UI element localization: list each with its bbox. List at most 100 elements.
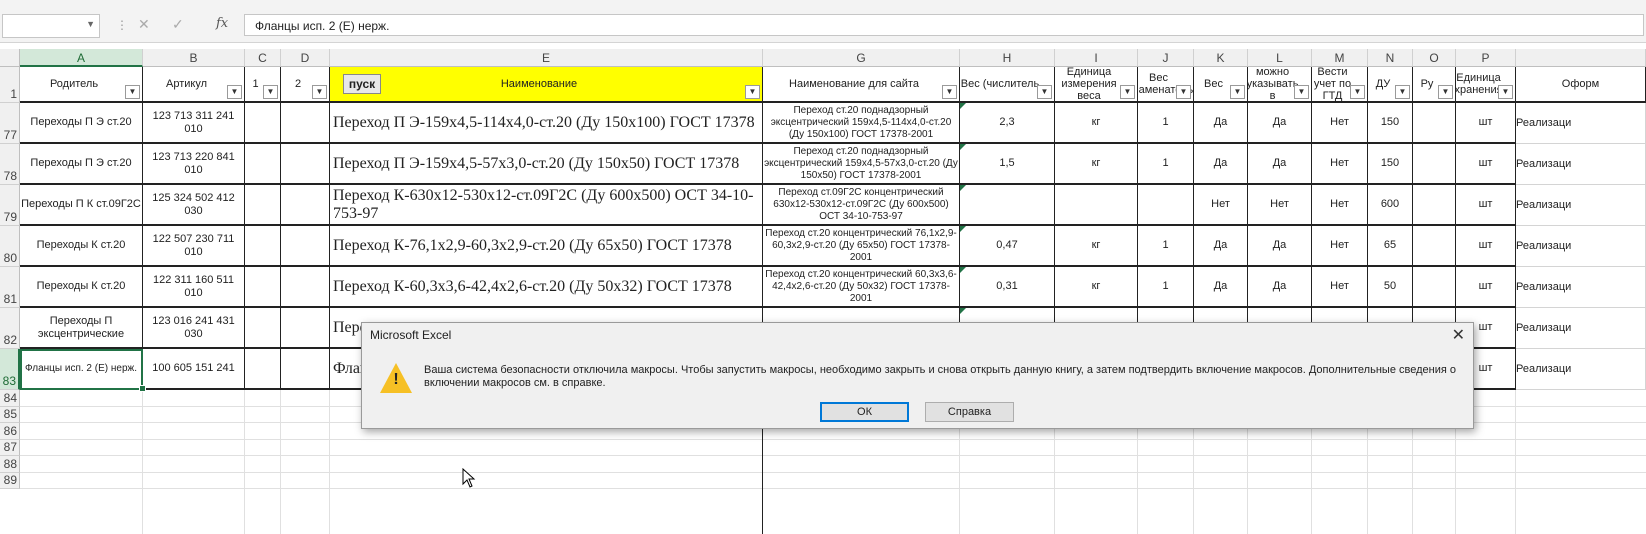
table-cell[interactable]: [281, 308, 330, 349]
table-cell[interactable]: Нет: [1312, 226, 1368, 267]
table-cell[interactable]: кг: [1055, 103, 1138, 144]
run-macro-button[interactable]: пуск: [343, 74, 381, 94]
table-cell[interactable]: Переход К-630х12-530х12-ст.09Г2С (Ду 600…: [330, 185, 763, 226]
table-cell[interactable]: кг: [1055, 144, 1138, 185]
table-cell[interactable]: 123 713 220 841 010: [143, 144, 245, 185]
table-cell[interactable]: Да: [1194, 144, 1248, 185]
row-header-77[interactable]: 77: [0, 103, 20, 144]
table-cell[interactable]: Нет: [1312, 267, 1368, 308]
table-cell[interactable]: [281, 267, 330, 308]
table-cell[interactable]: 100 605 151 241: [143, 349, 245, 390]
filter-dropdown-icon[interactable]: ▼: [312, 85, 327, 99]
drag-handle-icon[interactable]: ⋮: [116, 18, 128, 32]
table-cell[interactable]: [1413, 267, 1456, 308]
table-cell[interactable]: шт: [1456, 144, 1516, 185]
table-cell[interactable]: [245, 103, 281, 144]
table-cell[interactable]: Переходы К ст.20: [20, 267, 143, 308]
row-header-78[interactable]: 78: [0, 144, 20, 185]
table-cell[interactable]: 50: [1368, 267, 1413, 308]
header-cell-c[interactable]: 1 ▼: [245, 67, 281, 103]
table-cell[interactable]: Переход ст.20 концентрический 76,1х2,9-6…: [763, 226, 960, 267]
column-header-m[interactable]: M: [1312, 49, 1368, 67]
header-cell-b[interactable]: Артикул ▼: [143, 67, 245, 103]
table-cell[interactable]: [1413, 226, 1456, 267]
filter-dropdown-icon[interactable]: ▼: [263, 85, 278, 99]
table-cell[interactable]: [1055, 185, 1138, 226]
column-header-b[interactable]: B: [143, 49, 245, 67]
table-cell[interactable]: Переходы П Э ст.20: [20, 103, 143, 144]
table-cell[interactable]: 1: [1138, 226, 1194, 267]
table-cell[interactable]: Нет: [1312, 185, 1368, 226]
table-cell[interactable]: шт: [1456, 185, 1516, 226]
table-cell[interactable]: 1: [1138, 267, 1194, 308]
table-cell[interactable]: Переход К-60,3х3,6-42,4х2,6-ст.20 (Ду 50…: [330, 267, 763, 308]
table-cell[interactable]: 0,31: [960, 267, 1055, 308]
table-cell[interactable]: 1,5: [960, 144, 1055, 185]
table-cell[interactable]: 0,47: [960, 226, 1055, 267]
row-header-85[interactable]: 85: [0, 406, 20, 423]
column-header-j[interactable]: J: [1138, 49, 1194, 67]
table-cell[interactable]: 600: [1368, 185, 1413, 226]
table-cell[interactable]: 2,3: [960, 103, 1055, 144]
row-header-83[interactable]: 83: [0, 349, 20, 390]
table-cell[interactable]: 123 016 241 431 030: [143, 308, 245, 349]
column-header-k[interactable]: K: [1194, 49, 1248, 67]
header-cell-l[interactable]: Вес можно указывать в документ▼: [1248, 67, 1312, 103]
table-cell[interactable]: [245, 349, 281, 390]
table-cell[interactable]: Переход П Э-159х4,5-57х3,0-ст.20 (Ду 150…: [330, 144, 763, 185]
select-all-corner[interactable]: [0, 49, 20, 67]
table-cell[interactable]: Переход ст.09Г2С концентрический 630х12-…: [763, 185, 960, 226]
filter-dropdown-icon[interactable]: ▼: [125, 85, 140, 99]
table-cell[interactable]: [245, 267, 281, 308]
table-cell[interactable]: Да: [1248, 103, 1312, 144]
filter-dropdown-icon[interactable]: ▼: [227, 85, 242, 99]
help-button[interactable]: Справка: [925, 402, 1014, 422]
table-cell[interactable]: шт: [1456, 226, 1516, 267]
header-cell-next[interactable]: Оформ: [1516, 67, 1646, 103]
table-cell[interactable]: [960, 185, 1055, 226]
column-header-next[interactable]: [1516, 49, 1646, 67]
filter-dropdown-icon[interactable]: ▼: [1438, 85, 1453, 99]
row-header-1[interactable]: 1: [0, 67, 20, 103]
table-cell[interactable]: 122 311 160 511 010: [143, 267, 245, 308]
table-cell[interactable]: [1413, 103, 1456, 144]
filter-dropdown-icon[interactable]: ▼: [1230, 85, 1245, 99]
table-cell[interactable]: [245, 144, 281, 185]
column-header-o[interactable]: O: [1413, 49, 1456, 67]
filter-dropdown-icon[interactable]: ▼: [1395, 85, 1410, 99]
table-cell[interactable]: Переход ст.20 поднадзорный эксцентрическ…: [763, 144, 960, 185]
row-header-87[interactable]: 87: [0, 439, 20, 456]
table-cell[interactable]: [1413, 185, 1456, 226]
row-header-79[interactable]: 79: [0, 185, 20, 226]
table-cell[interactable]: кг: [1055, 226, 1138, 267]
table-cell[interactable]: Да: [1194, 103, 1248, 144]
table-cell[interactable]: [281, 103, 330, 144]
table-cell[interactable]: 1: [1138, 144, 1194, 185]
table-cell[interactable]: Реализаци: [1516, 103, 1646, 144]
table-cell[interactable]: Да: [1248, 144, 1312, 185]
filter-dropdown-icon[interactable]: ▼: [1498, 85, 1513, 99]
chevron-down-icon[interactable]: ▼: [86, 19, 95, 29]
filter-dropdown-icon[interactable]: ▼: [1350, 85, 1365, 99]
insert-function-icon[interactable]: fx: [216, 16, 228, 31]
row-header-84[interactable]: 84: [0, 390, 20, 407]
table-cell[interactable]: Переход ст.20 поднадзорный эксцентрическ…: [763, 103, 960, 144]
table-cell[interactable]: Переход П Э-159х4,5-114х4,0-ст.20 (Ду 15…: [330, 103, 763, 144]
row-header-88[interactable]: 88: [0, 456, 20, 473]
table-cell[interactable]: Да: [1194, 267, 1248, 308]
close-icon[interactable]: ✕: [1452, 325, 1465, 345]
row-header-81[interactable]: 81: [0, 267, 20, 308]
table-cell[interactable]: Нет: [1194, 185, 1248, 226]
name-box[interactable]: ▼: [2, 14, 100, 38]
table-cell[interactable]: [245, 226, 281, 267]
filter-dropdown-icon[interactable]: ▼: [1294, 85, 1309, 99]
ok-button[interactable]: ОК: [820, 402, 909, 422]
header-cell-p[interactable]: Единица хранения ▼: [1456, 67, 1516, 103]
table-cell[interactable]: Реализаци: [1516, 308, 1646, 349]
filter-dropdown-icon[interactable]: ▼: [1120, 85, 1135, 99]
table-cell[interactable]: [281, 349, 330, 390]
table-cell[interactable]: Да: [1194, 226, 1248, 267]
table-cell[interactable]: 123 713 311 241 010: [143, 103, 245, 144]
formula-input[interactable]: Фланцы исп. 2 (Е) нерж.: [244, 14, 1644, 36]
table-cell[interactable]: [281, 144, 330, 185]
